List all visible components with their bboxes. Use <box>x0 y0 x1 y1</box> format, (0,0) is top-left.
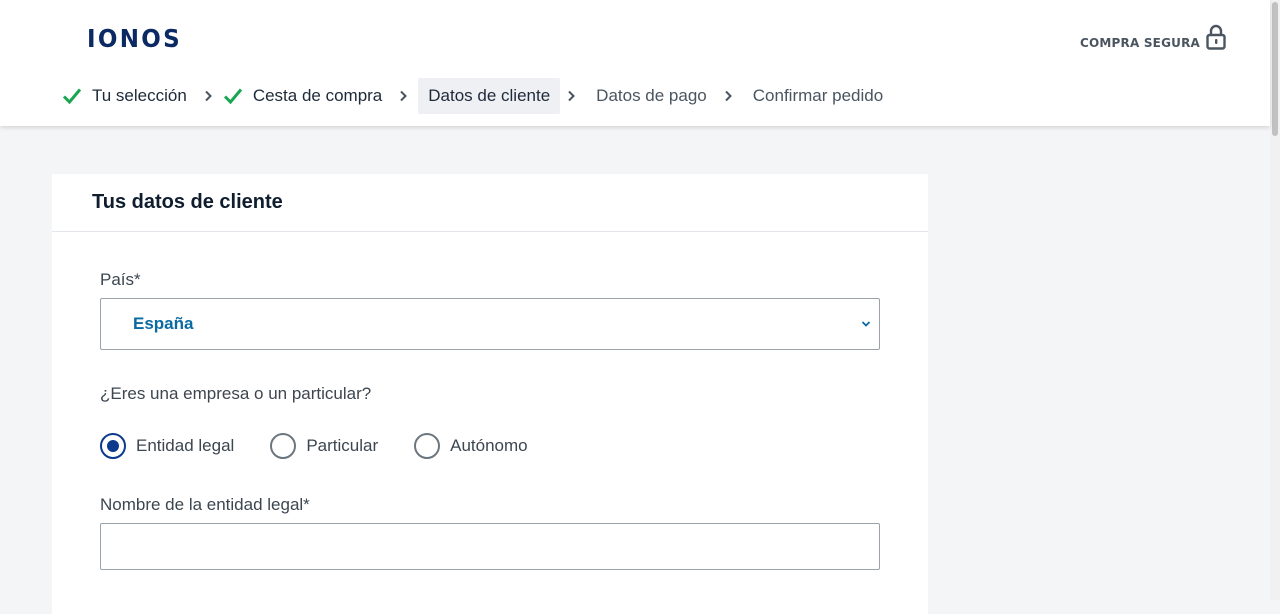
step-label: Cesta de compra <box>252 86 383 105</box>
country-selected-value: España <box>133 314 194 333</box>
secure-purchase-label: COMPRA SEGURA <box>1079 36 1200 50</box>
step-tu-seleccion[interactable]: Tu selección <box>62 78 197 114</box>
step-datos-de-cliente[interactable]: Datos de cliente <box>418 78 561 114</box>
step-label: Tu selección <box>92 86 187 105</box>
chevron-right-icon <box>400 90 408 102</box>
radio-button[interactable] <box>270 433 297 459</box>
radio-autonomo[interactable]: Autónomo <box>414 433 528 459</box>
radio-label: Entidad legal <box>136 436 235 455</box>
country-select[interactable]: España <box>100 298 880 350</box>
radio-particular[interactable]: Particular <box>270 433 378 459</box>
chevron-right-icon <box>205 90 212 102</box>
radio-label: Autónomo <box>450 436 528 455</box>
ionos-logo[interactable]: IONOS <box>87 24 182 53</box>
page-scrollbar[interactable] <box>1270 0 1280 600</box>
entity-name-input[interactable] <box>100 523 880 570</box>
chevron-down-icon <box>861 321 871 327</box>
radio-button-checked[interactable] <box>100 433 126 459</box>
entity-name-label: Nombre de la entidad legal* <box>100 495 310 514</box>
chevron-right-icon <box>725 90 732 102</box>
customer-data-card: Tus datos de cliente País* España ¿Eres … <box>52 174 928 614</box>
step-label: Datos de pago <box>596 86 707 105</box>
chevron-right-icon <box>568 90 576 102</box>
lock-icon <box>1206 24 1226 50</box>
customer-type-radio-group: Entidad legal Particular Autónomo <box>100 433 564 459</box>
checkout-steps: Tu selección Cesta de compra Datos de cl… <box>62 78 893 114</box>
page-title: Tus datos de cliente <box>92 191 283 213</box>
step-label: Datos de cliente <box>428 86 551 105</box>
radio-entidad-legal[interactable]: Entidad legal <box>100 433 234 459</box>
secure-purchase: COMPRA SEGURA <box>1080 24 1226 50</box>
scrollbar-thumb[interactable] <box>1272 2 1278 136</box>
radio-button[interactable] <box>414 433 441 459</box>
step-datos-de-pago: Datos de pago <box>586 78 717 114</box>
check-icon <box>62 88 82 105</box>
checkout-header: IONOS COMPRA SEGURA Tu selección Cesta d… <box>0 0 1270 126</box>
check-icon <box>223 88 242 105</box>
radio-label: Particular <box>306 436 379 455</box>
step-cesta-de-compra[interactable]: Cesta de compra <box>223 78 392 114</box>
customer-type-question: ¿Eres una empresa o un particular? <box>100 384 372 403</box>
step-confirmar-pedido: Confirmar pedido <box>743 78 893 114</box>
divider <box>52 231 928 232</box>
step-label: Confirmar pedido <box>752 86 884 105</box>
country-label: País* <box>100 270 141 289</box>
